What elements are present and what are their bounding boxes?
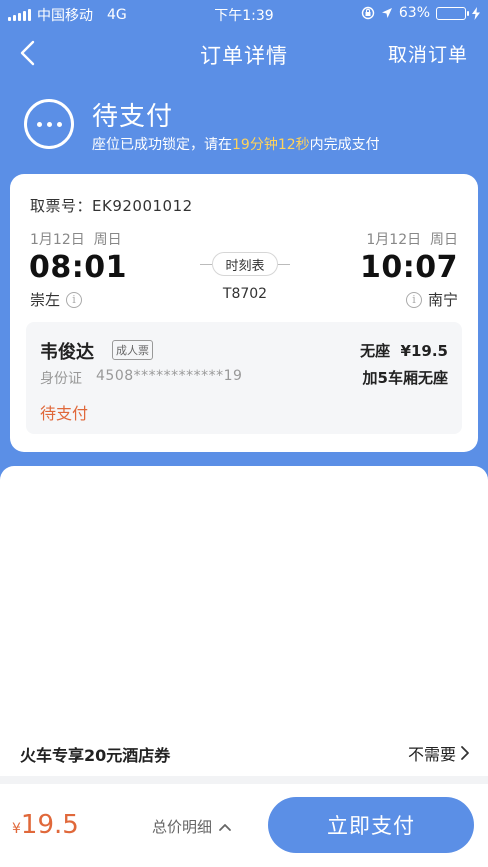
schedule-button[interactable]: 时刻表 <box>212 252 278 276</box>
order-status: 待支付 座位已成功锁定，请在19分钟12秒内完成支付 <box>24 96 464 160</box>
total-price: ¥19.5 <box>12 810 79 840</box>
status-subtitle: 座位已成功锁定，请在19分钟12秒内完成支付 <box>92 134 380 154</box>
rotation-lock-icon <box>361 6 375 20</box>
payment-countdown: 19分钟12秒 <box>232 137 310 153</box>
passenger-card: 韦俊达 成人票 无座 ¥19.5 身份证 4508************19 … <box>26 322 462 434</box>
location-icon <box>381 8 392 18</box>
cancel-order-button[interactable]: 取消订单 <box>388 40 468 67</box>
battery-percent: 63% <box>398 5 430 21</box>
charging-icon <box>472 6 480 20</box>
status-title: 待支付 <box>92 102 174 132</box>
departure-date: 1月12日 周日 <box>30 232 122 248</box>
car-info: 加5车厢无座 <box>362 369 448 387</box>
status-subtitle-suffix: 内完成支付 <box>309 137 380 153</box>
status-bar: 中国移动 4G 下午1:39 63% <box>0 0 488 28</box>
hotel-coupon-row[interactable]: 火车专享20元酒店券 不需要 <box>0 728 488 776</box>
arrival-time: 10:07 <box>360 250 458 285</box>
status-subtitle-prefix: 座位已成功锁定，请在 <box>92 137 232 153</box>
train-number: T8702 <box>222 286 268 302</box>
price-detail-label: 总价明细 <box>152 818 213 836</box>
info-icon[interactable]: i <box>66 291 83 308</box>
total-amount: 19.5 <box>20 810 79 840</box>
seat-price: 无座 ¥19.5 <box>360 342 448 360</box>
schedule-line-right <box>278 264 290 265</box>
schedule-group: 时刻表 <box>200 252 290 276</box>
pickup-number: 取票号：EK92001012 <box>30 195 193 216</box>
arrival-station: i 南宁 <box>405 289 458 310</box>
coupon-decline-label: 不需要 <box>407 745 456 764</box>
id-number: 4508************19 <box>96 368 243 384</box>
price-detail-button[interactable]: 总价明细 <box>152 816 232 837</box>
pay-now-button[interactable]: 立即支付 <box>268 797 474 853</box>
passenger-status: 待支付 <box>40 404 89 423</box>
departure-station-name: 崇左 <box>30 291 61 309</box>
chevron-right-icon <box>461 746 469 760</box>
pending-dots-icon <box>24 99 74 149</box>
arrival-station-name: 南宁 <box>427 291 458 309</box>
coupon-decline[interactable]: 不需要 <box>408 741 470 765</box>
nav-bar: 订单详情 取消订单 <box>0 28 488 80</box>
battery-icon <box>436 6 469 20</box>
currency-symbol: ¥ <box>12 821 21 837</box>
pickup-label: 取票号： <box>30 197 93 215</box>
departure-time: 08:01 <box>29 250 127 285</box>
departure-station: 崇左 i <box>30 289 83 310</box>
info-icon[interactable]: i <box>405 291 422 308</box>
ticket-type-badge: 成人票 <box>112 340 153 360</box>
id-label: 身份证 <box>40 371 82 387</box>
chevron-up-icon <box>219 823 231 831</box>
pickup-code: EK92001012 <box>92 197 193 215</box>
passenger-name: 韦俊达 <box>40 342 94 363</box>
coupon-title: 火车专享20元酒店券 <box>20 746 171 765</box>
arrival-date: 1月12日 周日 <box>366 232 458 248</box>
schedule-line-left <box>200 264 212 265</box>
bottom-bar: ¥19.5 总价明细 立即支付 <box>0 784 488 867</box>
ticket-card: 取票号：EK92001012 1月12日 周日 1月12日 周日 08:01 1… <box>10 174 478 452</box>
